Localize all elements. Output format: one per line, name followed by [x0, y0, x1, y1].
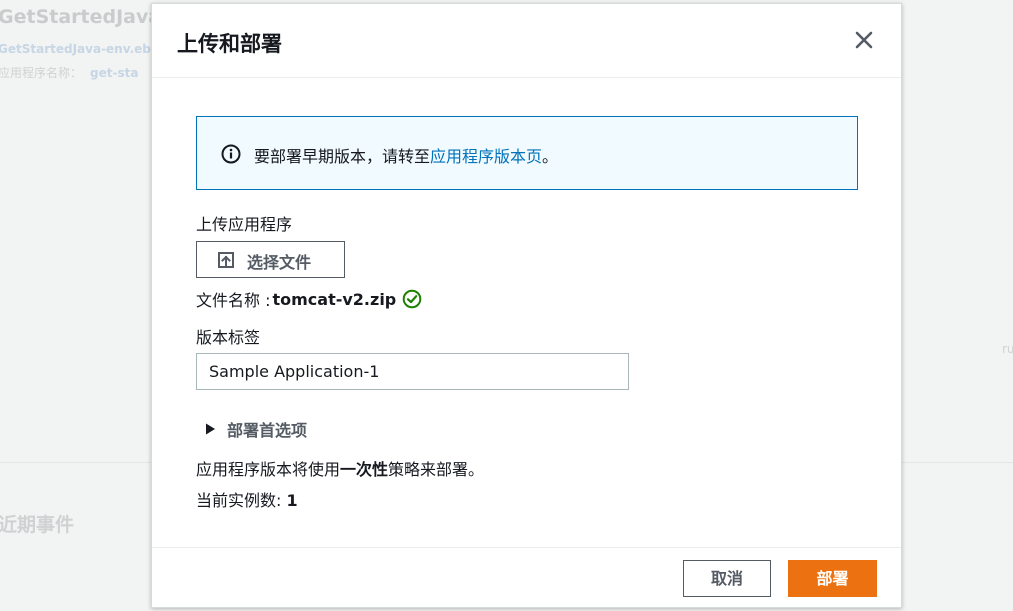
- deployment-strategy-text: 应用程序版本将使用一次性策略来部署。: [196, 456, 484, 480]
- info-alert: 要部署早期版本，请转至应用程序版本页。: [196, 116, 858, 190]
- version-label-heading: 版本标签: [196, 328, 261, 347]
- instance-count-row: 当前实例数: 1: [196, 487, 298, 511]
- deploy-button[interactable]: 部署: [788, 560, 877, 597]
- close-icon: [855, 31, 873, 49]
- application-versions-link[interactable]: 应用程序版本页: [430, 147, 542, 166]
- application-name-link: get-sta: [90, 66, 139, 80]
- info-text-after: 。: [542, 147, 559, 166]
- environment-url-link: GetStartedJava-env.eb: [0, 42, 151, 56]
- background-text-fragment: ru: [1002, 342, 1013, 356]
- environment-title: GetStartedJava: [0, 6, 162, 28]
- info-text: 要部署早期版本，请转至应用程序版本页。: [254, 143, 558, 167]
- file-name-value: tomcat-v2.zip: [272, 289, 397, 309]
- deployment-preferences-label: 部署首选项: [227, 421, 308, 440]
- upload-icon: [217, 251, 235, 269]
- cancel-button[interactable]: 取消: [683, 560, 771, 597]
- strategy-prefix: 应用程序版本将使用: [196, 460, 341, 479]
- info-icon: [221, 144, 241, 164]
- strategy-policy: 一次性: [340, 460, 389, 479]
- instance-count-label: 当前实例数:: [196, 491, 282, 510]
- modal-footer: 取消 部署: [152, 547, 901, 609]
- info-text-before: 要部署早期版本，请转至: [254, 147, 431, 166]
- modal-title: 上传和部署: [177, 32, 282, 56]
- close-button[interactable]: [852, 28, 876, 52]
- choose-file-button[interactable]: 选择文件: [196, 241, 345, 278]
- instance-count-value: 1: [286, 491, 298, 510]
- check-circle-icon: [402, 289, 422, 309]
- caret-right-icon: [204, 423, 216, 435]
- deployment-preferences-expander[interactable]: 部署首选项: [204, 417, 307, 441]
- file-name-label: 文件名称 :: [196, 291, 271, 310]
- recent-events-heading: 近期事件: [0, 514, 75, 536]
- version-label-input[interactable]: [196, 353, 629, 390]
- application-name-row: 应用程序名称： get-sta: [0, 64, 138, 81]
- upload-application-label: 上传应用程序: [196, 215, 293, 234]
- file-name-row: 文件名称 : tomcat-v2.zip: [196, 287, 422, 311]
- modal-header: 上传和部署: [152, 4, 901, 78]
- strategy-suffix: 策略来部署。: [388, 460, 485, 479]
- upload-deploy-modal: 上传和部署 要部署早期版本，请转至应用程序版本页。 上传应用程序 选择文件 文件…: [151, 3, 902, 608]
- choose-file-label: 选择文件: [247, 253, 312, 272]
- application-name-label: 应用程序名称：: [0, 66, 83, 80]
